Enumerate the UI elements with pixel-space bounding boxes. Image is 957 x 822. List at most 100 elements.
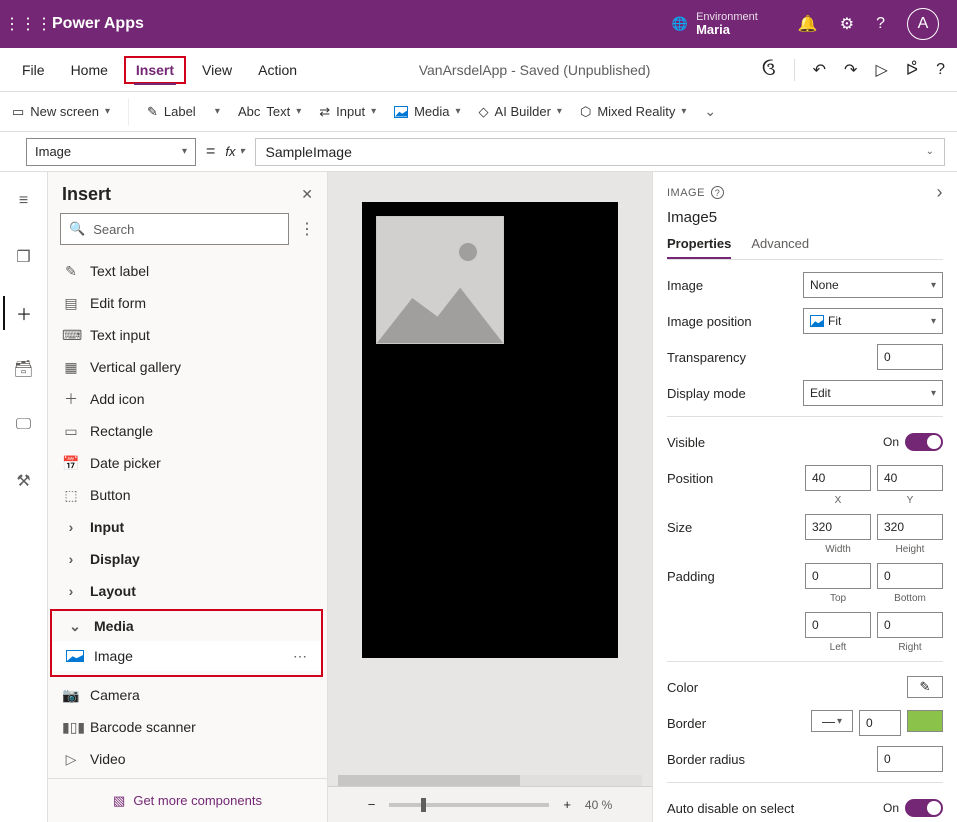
mixed-reality-dropdown[interactable]: ⬡Mixed Reality▾ (580, 104, 686, 120)
property-selector[interactable]: Image▾ (26, 138, 196, 166)
environment-picker[interactable]: 🌐 Environment Maria (672, 11, 758, 37)
prop-image-position-select[interactable]: Fit▾ (803, 308, 943, 334)
toggle-state: On (883, 435, 899, 449)
image-placeholder[interactable] (376, 216, 504, 344)
settings-icon[interactable]: ⚙ (840, 14, 854, 34)
rail-layers-icon[interactable]: ❒ (4, 240, 44, 274)
search-input[interactable]: 🔍Search (60, 213, 289, 245)
group-media[interactable]: ⌄Media (52, 611, 321, 641)
list-item[interactable]: ▦Vertical gallery (48, 351, 327, 383)
group-display[interactable]: ›Display (48, 543, 327, 575)
environment-name: Maria (696, 23, 758, 37)
size-height-input[interactable]: 320 (877, 514, 943, 540)
main-area: ≡ ❒ ＋ 🗃 🖵 ⚒ Insert ✕ 🔍Search ⋮ ✎Text lab… (0, 172, 957, 822)
rail-data-icon[interactable]: 🗃 (4, 352, 44, 386)
padding-top-input[interactable]: 0 (805, 563, 871, 589)
color-picker[interactable]: ✎ (907, 676, 943, 698)
auto-disable-toggle[interactable] (905, 799, 943, 817)
size-width-input[interactable]: 320 (805, 514, 871, 540)
visible-toggle[interactable] (905, 433, 943, 451)
group-layout[interactable]: ›Layout (48, 575, 327, 607)
close-icon[interactable]: ✕ (301, 186, 313, 203)
horizontal-scrollbar[interactable] (338, 775, 642, 786)
prop-image-select[interactable]: None▾ (803, 272, 943, 298)
play-icon[interactable]: ▷ (875, 60, 887, 80)
new-screen-button[interactable]: ▭New screen▾ (12, 104, 110, 120)
position-x-input[interactable]: 40 (805, 465, 871, 491)
zoom-out-icon[interactable]: − (368, 797, 376, 812)
label-button[interactable]: ✎Label ▾ (147, 104, 220, 120)
list-item[interactable]: ＋Add icon (48, 383, 327, 415)
media-icon (394, 106, 408, 118)
prop-display-mode-select[interactable]: Edit▾ (803, 380, 943, 406)
ai-builder-dropdown[interactable]: ◇AI Builder▾ (479, 104, 562, 120)
border-width-input[interactable]: 0 (859, 710, 901, 736)
media-dropdown[interactable]: Media▾ (394, 104, 460, 119)
menu-view[interactable]: View (192, 56, 242, 84)
device-screen[interactable] (362, 202, 618, 658)
chevron-down-icon: ▾ (931, 280, 936, 291)
expand-icon[interactable]: › (937, 182, 944, 203)
rail-insert-icon[interactable]: ＋ (3, 296, 43, 330)
menu-bar: File Home Insert View Action VanArsdelAp… (0, 48, 957, 92)
prop-border-label: Border (667, 716, 811, 731)
rail-media-icon[interactable]: 🖵 (4, 408, 44, 442)
menu-file[interactable]: File (12, 56, 55, 84)
text-input-icon: ⌨ (62, 327, 80, 344)
border-color-picker[interactable] (907, 710, 943, 732)
menu-action[interactable]: Action (248, 56, 307, 84)
help-icon[interactable]: ? (936, 61, 945, 79)
prop-transparency-input[interactable]: 0 (877, 344, 943, 370)
media-image-item[interactable]: Image ⋯ (52, 641, 321, 671)
more-icon[interactable]: ⋮ (299, 219, 315, 239)
menu-insert[interactable]: Insert (124, 56, 186, 84)
chevron-down-icon: ▾ (239, 146, 244, 157)
more-icon[interactable]: ⋯ (293, 648, 307, 665)
waffle-icon[interactable]: ⋮⋮⋮ (8, 0, 48, 48)
list-item[interactable]: ⬚Button (48, 479, 327, 511)
rail-tree-icon[interactable]: ≡ (4, 184, 44, 218)
tab-advanced[interactable]: Advanced (751, 236, 809, 259)
undo-icon[interactable]: ↶ (813, 60, 826, 80)
help-icon[interactable]: ? (876, 15, 885, 33)
app-title: Power Apps (52, 15, 144, 33)
padding-left-input[interactable]: 0 (805, 612, 871, 638)
screen-icon: ▭ (12, 104, 24, 120)
fx-label[interactable]: fx▾ (225, 144, 244, 159)
menu-home[interactable]: Home (61, 56, 118, 84)
notifications-icon[interactable]: 🔔 (798, 14, 818, 34)
list-item[interactable]: ⌨Text input (48, 319, 327, 351)
list-item[interactable]: ▭Rectangle (48, 415, 327, 447)
padding-right-input[interactable]: 0 (877, 612, 943, 638)
border-style-select[interactable]: — ▾ (811, 710, 853, 732)
help-icon[interactable]: ? (711, 186, 724, 199)
avatar[interactable]: A (907, 8, 939, 40)
get-more-components[interactable]: ▧Get more components (48, 778, 327, 822)
canvas[interactable] (328, 172, 652, 786)
bottom-sublabel: Bottom (877, 593, 943, 604)
media-video-item[interactable]: ▷Video (48, 743, 327, 775)
rail-tools-icon[interactable]: ⚒ (4, 464, 44, 498)
list-item[interactable]: ✎Text label (48, 255, 327, 287)
zoom-slider[interactable] (389, 803, 549, 807)
toolbar-more[interactable]: ⌄ (704, 103, 716, 120)
media-camera-item[interactable]: 📷Camera (48, 679, 327, 711)
media-barcode-item[interactable]: ▮▯▮Barcode scanner (48, 711, 327, 743)
formula-input[interactable]: SampleImage⌄ (255, 138, 946, 166)
tab-properties[interactable]: Properties (667, 236, 731, 259)
text-dropdown[interactable]: AbcText▾ (238, 104, 301, 119)
position-y-input[interactable]: 40 (877, 465, 943, 491)
redo-icon[interactable]: ↷ (844, 60, 857, 80)
list-item[interactable]: 📅Date picker (48, 447, 327, 479)
border-radius-input[interactable]: 0 (877, 746, 943, 772)
group-input[interactable]: ›Input (48, 511, 327, 543)
placeholder-sun (459, 243, 477, 261)
components-icon: ▧ (113, 793, 125, 809)
zoom-in-icon[interactable]: + (563, 797, 571, 812)
chevron-right-icon: › (62, 583, 80, 599)
share-icon[interactable]: ᐅ̊ (906, 60, 918, 80)
app-checker-icon[interactable]: ઉ (762, 59, 776, 80)
input-dropdown[interactable]: ⇄Input▾ (319, 104, 376, 120)
padding-bottom-input[interactable]: 0 (877, 563, 943, 589)
list-item[interactable]: ▤Edit form (48, 287, 327, 319)
